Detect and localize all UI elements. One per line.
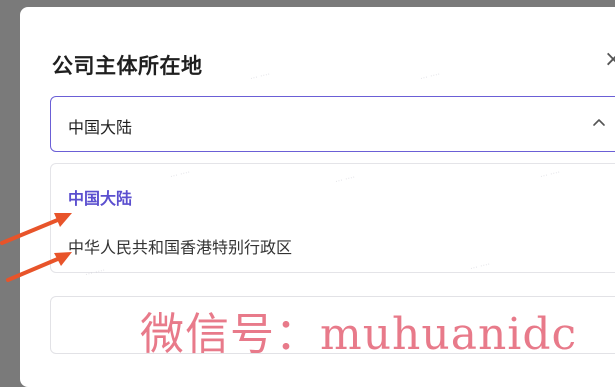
location-select[interactable]: 中国大陆 bbox=[50, 96, 615, 152]
select-value: 中国大陆 bbox=[68, 118, 133, 137]
annotation-arrow bbox=[6, 252, 72, 282]
modal-title: 公司主体所在地 bbox=[52, 54, 203, 78]
close-icon[interactable]: × bbox=[604, 48, 615, 72]
wechat-id-overlay: 微信号：muhuanidc bbox=[140, 309, 578, 360]
dropdown-menu: 中国大陆 中华人民共和国香港特别行政区 bbox=[50, 163, 615, 273]
option-hong-kong-sar[interactable]: 中华人民共和国香港特别行政区 bbox=[68, 234, 292, 258]
chevron-up-icon[interactable] bbox=[591, 115, 607, 131]
annotation-arrow bbox=[0, 213, 72, 245]
